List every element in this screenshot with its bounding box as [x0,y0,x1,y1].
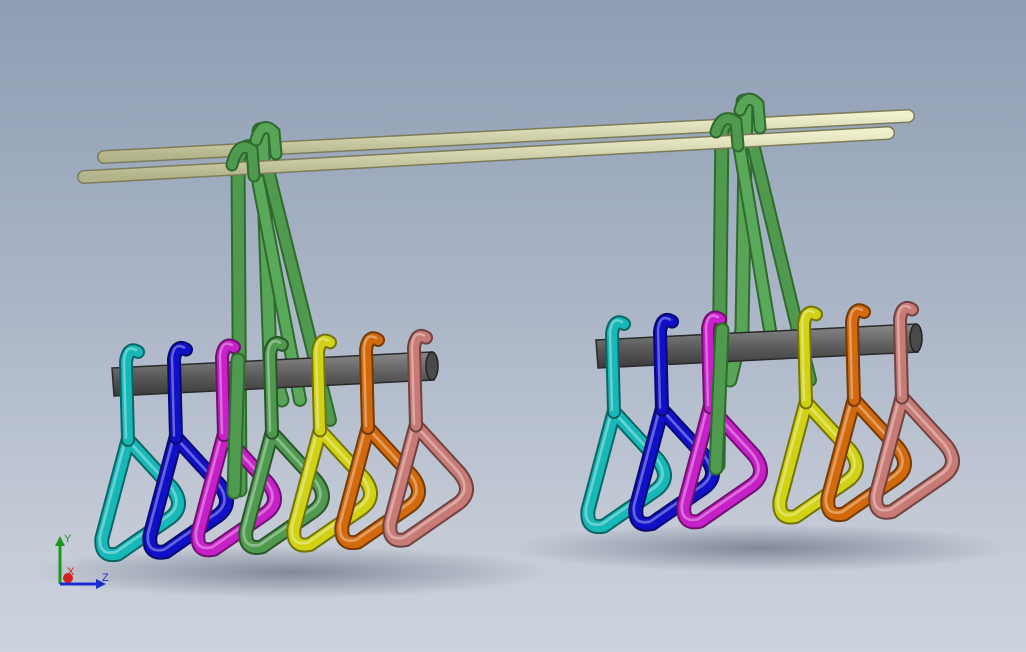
hanger-bar-right[interactable] [595,323,923,369]
hanger-7-body[interactable] [870,392,958,518]
hanger-hooks-left [119,329,433,447]
assembly-3d-view[interactable] [0,0,1026,652]
floor-shadow-right [510,524,1010,572]
y-axis-label: Y [64,533,72,545]
z-axis-label: Z [102,572,109,584]
hanger-set-right[interactable] [580,390,960,535]
view-orientation-triad: Y X Z [55,533,109,589]
x-axis-label: X [67,566,75,578]
hanger-7-body[interactable] [384,420,472,546]
graphics-viewport[interactable]: Y X Z [0,0,1026,652]
hanger-set-left[interactable] [94,418,474,563]
